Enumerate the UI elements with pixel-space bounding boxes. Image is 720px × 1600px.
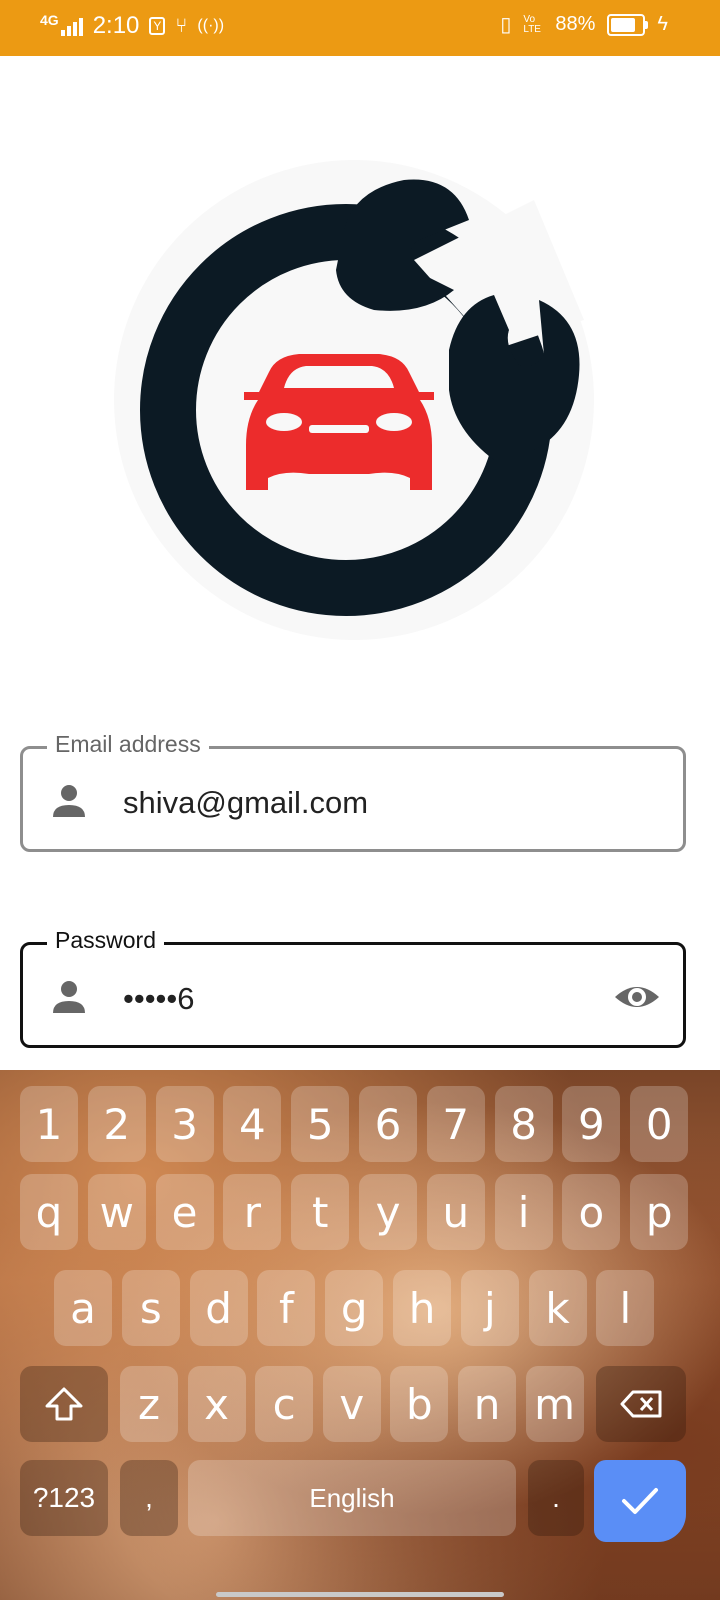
key-1[interactable]: 1 (20, 1086, 78, 1162)
key-m[interactable]: m (525, 1366, 584, 1442)
hotspot-icon: ((·)) (197, 17, 225, 34)
key-b[interactable]: b (390, 1366, 449, 1442)
backspace-key[interactable] (596, 1366, 686, 1442)
key-c[interactable]: c (255, 1366, 314, 1442)
key-6[interactable]: 6 (359, 1086, 417, 1162)
key-f[interactable]: f (257, 1270, 316, 1346)
key-q[interactable]: q (20, 1174, 78, 1250)
key-9[interactable]: 9 (562, 1086, 621, 1162)
key-8[interactable]: 8 (494, 1086, 553, 1162)
key-x[interactable]: x (187, 1366, 246, 1442)
key-3[interactable]: 3 (155, 1086, 214, 1162)
shift-icon (45, 1387, 83, 1421)
key-e[interactable]: e (155, 1174, 214, 1250)
key-h[interactable]: h (393, 1270, 451, 1346)
person-icon (53, 785, 85, 817)
key-k[interactable]: k (528, 1270, 587, 1346)
password-value[interactable]: •••••6 (123, 981, 195, 1017)
email-value[interactable]: shiva@gmail.com (123, 785, 368, 821)
car-wrench-logo-icon (140, 179, 584, 616)
comma-key[interactable]: , (120, 1460, 178, 1536)
period-key[interactable]: . (528, 1460, 584, 1536)
key-j[interactable]: j (460, 1270, 519, 1346)
key-w[interactable]: w (87, 1174, 146, 1250)
battery-percent: 88% (555, 13, 596, 35)
vibrate-icon: ▯ (500, 14, 512, 36)
key-o[interactable]: o (562, 1174, 621, 1250)
key-z[interactable]: z (120, 1366, 178, 1442)
home-indicator[interactable] (216, 1592, 504, 1597)
checkmark-icon (622, 1488, 658, 1514)
key-4[interactable]: 4 (223, 1086, 282, 1162)
key-l[interactable]: l (596, 1270, 655, 1346)
key-5[interactable]: 5 (291, 1086, 350, 1162)
eye-icon[interactable] (613, 977, 661, 1017)
person-icon (53, 981, 85, 1013)
key-d[interactable]: d (189, 1270, 248, 1346)
email-field[interactable]: Email address shiva@gmail.com (20, 731, 686, 852)
symbols-key[interactable]: ?123 (20, 1460, 108, 1536)
shift-key[interactable] (20, 1366, 108, 1442)
key-t[interactable]: t (291, 1174, 350, 1250)
key-s[interactable]: s (121, 1270, 180, 1346)
signal-icon (60, 16, 83, 36)
key-n[interactable]: n (458, 1366, 516, 1442)
key-v[interactable]: v (322, 1366, 381, 1442)
password-label: Password (47, 927, 164, 954)
charging-icon: ϟ (657, 13, 668, 35)
keyboard: 1234567890 qwertyuiop asdfghjkl zxcvbnm ?12… (0, 1070, 720, 1600)
usb-icon: ⑂ (175, 14, 188, 37)
network-type-label: 4G (40, 12, 59, 28)
password-field[interactable]: Password •••••6 (20, 927, 686, 1048)
key-g[interactable]: g (325, 1270, 384, 1346)
key-p[interactable]: p (630, 1174, 689, 1250)
app-notification-icon: Y (149, 17, 166, 35)
key-2[interactable]: 2 (87, 1086, 146, 1162)
app-logo (114, 160, 594, 640)
backspace-icon (620, 1390, 662, 1418)
key-a[interactable]: a (54, 1270, 112, 1346)
space-key[interactable]: English (188, 1460, 516, 1536)
key-y[interactable]: y (359, 1174, 417, 1250)
key-0[interactable]: 0 (630, 1086, 689, 1162)
key-7[interactable]: 7 (426, 1086, 485, 1162)
battery-icon (607, 13, 649, 36)
key-u[interactable]: u (426, 1174, 485, 1250)
volte-label: Vo LTE (523, 13, 541, 35)
clock: 2:10 (92, 12, 140, 39)
key-r[interactable]: r (223, 1174, 282, 1250)
status-bar: 4G 2:10 Y ⑂ ((·)) ▯ Vo LTE 88% ϟ (0, 0, 720, 56)
key-i[interactable]: i (494, 1174, 553, 1250)
email-label: Email address (47, 731, 209, 758)
done-key[interactable] (594, 1460, 686, 1542)
